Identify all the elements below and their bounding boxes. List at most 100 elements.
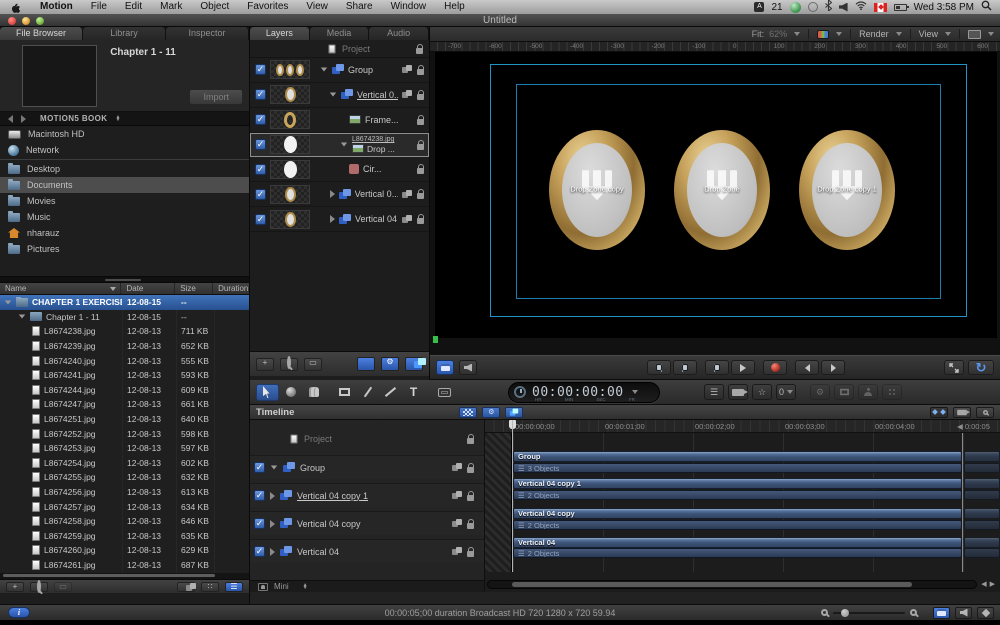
drop-zone-frame[interactable]: Drop Zone copy 1 bbox=[799, 130, 895, 250]
bezier-tool[interactable] bbox=[356, 384, 379, 401]
track-objects-bar[interactable]: ☰2 Objects bbox=[513, 520, 962, 530]
back-icon[interactable] bbox=[8, 115, 13, 123]
list-view-button[interactable]: ☰ bbox=[225, 582, 243, 592]
column-header-size[interactable]: Size bbox=[175, 283, 213, 294]
import-button[interactable]: Import bbox=[189, 89, 243, 105]
emitter-button[interactable] bbox=[882, 384, 902, 400]
layers-filter-button[interactable]: ▭ bbox=[304, 358, 322, 371]
disclosure-closed-icon[interactable] bbox=[270, 520, 275, 528]
stack-view-button[interactable] bbox=[177, 582, 195, 592]
lock-icon[interactable] bbox=[467, 467, 474, 473]
link-icon[interactable] bbox=[402, 90, 413, 99]
table-row[interactable]: L8674251.jpg12-08-13640 KB bbox=[0, 412, 249, 427]
track-bar-vertical-04-copy-1[interactable]: Vertical 04 copy 1 bbox=[513, 478, 962, 489]
new-folder-button[interactable]: + bbox=[6, 582, 24, 592]
table-row[interactable]: L8674240.jpg12-08-13555 KB bbox=[0, 353, 249, 368]
timeline-zoom-mini[interactable]: Mini ▲▼ bbox=[250, 580, 484, 592]
step-forward-button[interactable] bbox=[821, 360, 845, 375]
layer-checkbox[interactable]: ✓ bbox=[254, 546, 265, 557]
timecode-display[interactable]: 00:00:00:00 HRMINSECFR bbox=[508, 382, 660, 403]
sidebar-item-documents[interactable]: Documents bbox=[0, 177, 249, 193]
menu-item-file[interactable]: File bbox=[91, 0, 107, 14]
layer-checkbox[interactable]: ✓ bbox=[255, 164, 266, 175]
disclosure-open-icon[interactable] bbox=[341, 143, 347, 147]
canada-flag-icon[interactable] bbox=[874, 3, 887, 12]
mini-stepper[interactable]: ▲▼ bbox=[303, 584, 308, 590]
show-hud-button[interactable]: ☰ bbox=[704, 384, 724, 400]
folder-stepper[interactable]: ▲▼ bbox=[115, 116, 120, 122]
tab-inspector[interactable]: Inspector bbox=[166, 27, 249, 40]
tab-layers[interactable]: Layers bbox=[250, 27, 310, 40]
fullscreen-button[interactable] bbox=[944, 360, 964, 375]
sidebar-item-movies[interactable]: Movies bbox=[0, 193, 249, 209]
table-row[interactable]: L8674244.jpg12-08-13609 KB bbox=[0, 383, 249, 398]
apple-menu-icon[interactable] bbox=[10, 2, 21, 13]
lock-icon[interactable] bbox=[417, 94, 424, 100]
link-icon[interactable] bbox=[452, 547, 463, 556]
forward-icon[interactable] bbox=[21, 115, 26, 123]
menu-item-object[interactable]: Object bbox=[200, 0, 229, 14]
disclosure-closed-icon[interactable] bbox=[270, 492, 275, 500]
lock-icon[interactable] bbox=[467, 495, 474, 501]
table-row[interactable]: L8674238.jpg12-08-13711 KB bbox=[0, 324, 249, 339]
lock-icon[interactable] bbox=[417, 218, 424, 224]
layer-checkbox[interactable]: ✓ bbox=[255, 139, 266, 150]
channels-icon[interactable] bbox=[817, 30, 829, 39]
select-tool[interactable] bbox=[256, 384, 279, 401]
add-behavior-button[interactable]: ☆ bbox=[752, 384, 772, 400]
disclosure-open-icon[interactable] bbox=[5, 300, 11, 304]
time-machine-icon[interactable] bbox=[808, 2, 818, 12]
menu-item-mark[interactable]: Mark bbox=[160, 0, 182, 14]
sidebar-item-network[interactable]: Network bbox=[0, 142, 249, 158]
chevron-down-icon[interactable] bbox=[632, 390, 638, 394]
add-layer-button[interactable]: + bbox=[256, 358, 274, 371]
volume-icon[interactable] bbox=[839, 3, 848, 12]
zoom-out-icon[interactable] bbox=[821, 609, 828, 616]
layer-checkbox[interactable]: ✓ bbox=[255, 64, 266, 75]
current-folder-label[interactable]: MOTION5 BOOK bbox=[40, 114, 107, 123]
sync-globe-icon[interactable] bbox=[790, 2, 801, 13]
show-keyframes-button[interactable] bbox=[459, 407, 477, 418]
play-from-start-button[interactable] bbox=[705, 360, 729, 375]
step-back-button[interactable] bbox=[795, 360, 819, 375]
disclosure-open-icon[interactable] bbox=[271, 466, 277, 470]
layer-checkbox[interactable]: ✓ bbox=[254, 490, 265, 501]
chevron-down-icon[interactable] bbox=[988, 32, 994, 36]
view-menu[interactable]: View bbox=[919, 29, 938, 39]
timeline-layers-button[interactable] bbox=[505, 407, 523, 418]
window-titlebar[interactable]: Untitled bbox=[0, 14, 1000, 27]
timeline-tracks[interactable]: 00:00:00;0000:00:01;0000:00:02;0000:00:0… bbox=[485, 420, 1000, 592]
table-row[interactable]: L8674259.jpg12-08-13635 KB bbox=[0, 529, 249, 544]
mute-button[interactable] bbox=[459, 360, 477, 375]
display-icon[interactable] bbox=[968, 30, 981, 39]
layer-checkbox[interactable]: ✓ bbox=[254, 518, 265, 529]
timeline-zoom-button[interactable] bbox=[976, 407, 994, 418]
table-row[interactable]: L8674253.jpg12-08-13597 KB bbox=[0, 441, 249, 456]
table-row[interactable]: L8674241.jpg12-08-13593 KB bbox=[0, 368, 249, 383]
track-bar-group[interactable]: Group bbox=[513, 451, 962, 462]
table-row[interactable]: CHAPTER 1 EXERCISES12-08-15-- bbox=[0, 295, 249, 310]
track-bar-vertical-04[interactable]: Vertical 04 bbox=[513, 537, 962, 548]
search-button[interactable] bbox=[30, 582, 48, 592]
menu-item-help[interactable]: Help bbox=[444, 0, 465, 14]
lock-icon[interactable] bbox=[417, 69, 424, 75]
tab-media[interactable]: Media bbox=[310, 27, 370, 40]
lock-icon[interactable] bbox=[417, 168, 424, 174]
table-row[interactable]: L8674255.jpg12-08-13632 KB bbox=[0, 470, 249, 485]
wifi-icon[interactable] bbox=[855, 1, 867, 13]
file-table-scrollbar[interactable] bbox=[0, 573, 249, 579]
pan-tool[interactable] bbox=[302, 384, 325, 401]
bluetooth-icon[interactable] bbox=[825, 0, 832, 14]
record-button[interactable] bbox=[763, 360, 787, 375]
drop-zone-tool[interactable] bbox=[433, 384, 456, 401]
preview-toggle-button[interactable]: ▭ bbox=[54, 582, 72, 592]
tab-library[interactable]: Library bbox=[83, 27, 166, 40]
canvas-stage[interactable]: Drop Zone copyDrop ZoneDrop Zone copy 1 bbox=[435, 52, 997, 338]
layers-settings-button[interactable]: ⚙ bbox=[381, 357, 399, 371]
show-timeline-button[interactable] bbox=[933, 607, 950, 619]
table-row[interactable]: L8674239.jpg12-08-13652 KB bbox=[0, 339, 249, 354]
timeline-layer-vertical-04-copy-1[interactable]: ✓Vertical 04 copy 1 bbox=[250, 483, 484, 507]
zoom-in-icon[interactable] bbox=[910, 609, 917, 616]
layer-row-vertical-0[interactable]: ✓Vertical 0... bbox=[250, 182, 429, 207]
sidebar-item-desktop[interactable]: Desktop bbox=[0, 161, 249, 177]
